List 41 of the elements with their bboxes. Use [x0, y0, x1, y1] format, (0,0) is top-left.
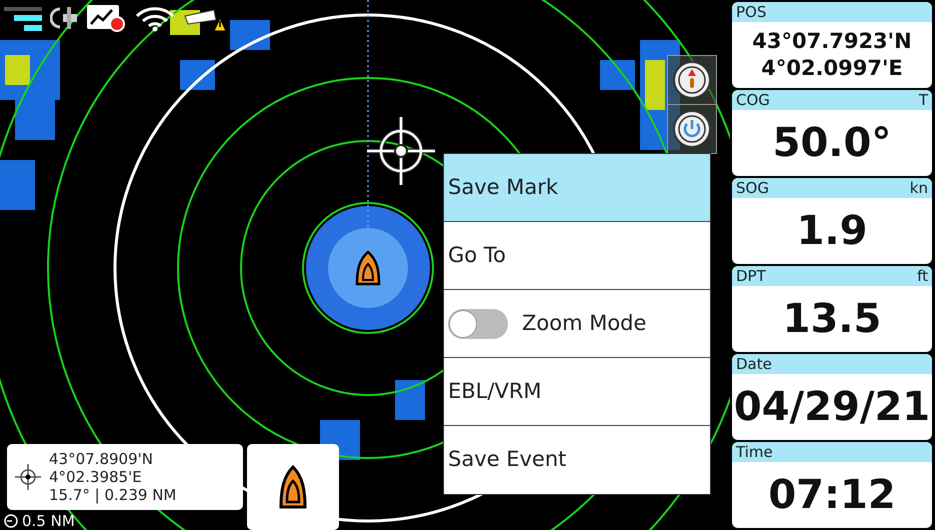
panel-value: 13.5: [782, 297, 882, 341]
satellite-icon[interactable]: [50, 5, 78, 31]
panel-label: Time: [736, 442, 773, 462]
range-label: 0.5 NM: [22, 512, 75, 530]
panel-label: COG: [736, 90, 770, 110]
panel-unit: T: [918, 90, 928, 110]
panel-value: 1.9: [796, 209, 868, 253]
power-icon: [672, 109, 712, 149]
panel-unit: kn: [910, 178, 928, 198]
crosshair-icon: [13, 462, 43, 492]
radar-echo: [230, 20, 270, 50]
panel-label: DPT: [736, 266, 766, 286]
radar-echo: [0, 160, 35, 210]
radar-echo: [395, 380, 425, 420]
panel-unit: ft: [917, 266, 928, 286]
panel-value: 50.0°: [772, 121, 892, 165]
vessel-button[interactable]: [247, 444, 339, 530]
chart-recording-icon[interactable]: [86, 4, 126, 32]
boat-icon: [278, 465, 308, 509]
power-button[interactable]: [667, 104, 717, 154]
panel-value: 4°02.0997'E: [761, 55, 903, 82]
panel-value: 04/29/21: [734, 385, 930, 429]
compass-boat-icon: [672, 60, 712, 100]
toggle-switch[interactable]: [448, 308, 508, 338]
north-up-button[interactable]: [667, 55, 717, 105]
panel-label: SOG: [736, 178, 769, 198]
crosshair-cursor-icon: [365, 115, 437, 187]
panel-value: 43°07.7923'N: [752, 28, 912, 55]
toggle-label: Zoom Mode: [522, 310, 646, 337]
radar-status-icon[interactable]: [4, 5, 42, 31]
range-icon: [4, 514, 18, 528]
cursor-info-line: 4°02.3985'E: [49, 468, 143, 486]
boat-icon: [353, 250, 383, 286]
radar-echo: [600, 60, 635, 90]
radar-echo: [180, 60, 215, 90]
panel-label: POS: [736, 2, 766, 22]
panel-value: 07:12: [768, 473, 896, 517]
panel-label: Date: [736, 354, 772, 374]
cursor-info-line: 43°07.8909'N: [49, 450, 154, 468]
cursor-info-line: 15.7° | 0.239 NM: [49, 486, 176, 504]
menu-item[interactable]: Save Mark: [444, 154, 710, 222]
